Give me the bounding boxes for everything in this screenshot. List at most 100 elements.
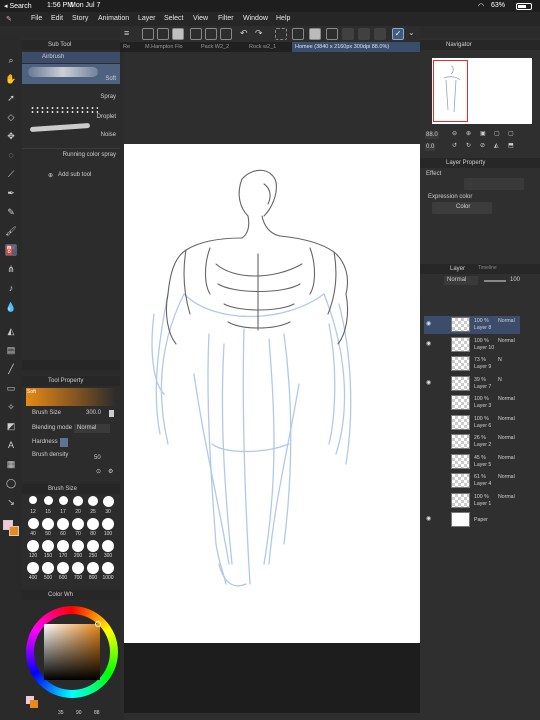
subtool-droplet[interactable]: Droplet [22, 104, 120, 122]
menu-file[interactable]: File [31, 15, 42, 22]
layer-blend-select[interactable]: Normal [444, 276, 478, 285]
visibility-eye-icon[interactable]: ◉ [426, 340, 431, 347]
brush-size-preset[interactable] [42, 562, 54, 574]
brush-size-preset[interactable] [42, 540, 54, 552]
visibility-eye-icon[interactable]: ◉ [426, 379, 431, 386]
tab-homee[interactable]: Homee (3840 x 2160px 300dpi 88.0%) [292, 42, 420, 52]
brush-size-preset[interactable] [43, 496, 53, 505]
share-icon[interactable] [190, 28, 202, 40]
brush-size-preset[interactable] [88, 496, 98, 506]
menu-story[interactable]: Story [72, 15, 88, 22]
menu-edit[interactable]: Edit [51, 15, 63, 22]
fill-icon[interactable] [309, 28, 321, 40]
effect-buttons[interactable] [464, 178, 524, 190]
blending-mode-select[interactable]: Normal [74, 424, 110, 433]
new-icon[interactable] [142, 28, 154, 40]
figure-icon[interactable]: ╱ [5, 363, 17, 375]
airbrush-icon[interactable]: ⛽ [5, 244, 17, 256]
text-icon[interactable]: A [5, 439, 17, 451]
lasso-icon[interactable]: ◌ [5, 149, 17, 161]
brush-size-preset[interactable] [29, 496, 37, 504]
saturation-value-square[interactable] [44, 624, 100, 680]
sparkle-icon[interactable]: ✧ [5, 401, 17, 413]
menu-hamburger-icon[interactable]: ≡ [124, 28, 136, 40]
tab-re[interactable]: Re [120, 42, 142, 52]
brush-size-preset[interactable] [102, 496, 114, 507]
zoom-out-icon[interactable]: ⊖ [452, 130, 457, 137]
layer-opacity-slider[interactable] [484, 280, 506, 282]
layer-row[interactable]: ◉ Paper [424, 511, 520, 529]
brush-size-preset[interactable] [72, 540, 84, 552]
fit-window-icon[interactable]: ▢ [494, 130, 500, 137]
brush-size-preset[interactable] [27, 518, 39, 529]
brush-size-preset[interactable] [72, 518, 84, 530]
layer-row[interactable]: 100 % Normal Layer 1 [424, 492, 520, 510]
hand-icon[interactable]: ✋ [5, 73, 17, 85]
brush-size-row[interactable]: Brush Size 300.0 [22, 410, 120, 420]
menu-help[interactable]: Help [276, 15, 290, 22]
blend-icon[interactable]: ♪ [5, 282, 17, 294]
snap-check-icon[interactable]: ✓ [392, 28, 404, 40]
brush-size-preset[interactable] [102, 540, 114, 552]
layer-row[interactable]: ◉ 39 % N Layer 7 [424, 375, 520, 393]
zoom-value[interactable]: 88.0 [425, 131, 439, 139]
operation-icon[interactable]: ➚ [5, 92, 17, 104]
layer-row[interactable]: ◉ 100 % Normal Layer 10 [424, 336, 520, 354]
brush-size-preset[interactable] [27, 562, 39, 574]
drawing-canvas[interactable] [124, 144, 420, 643]
brush-size-preset[interactable] [102, 518, 114, 530]
redo-icon[interactable]: ↷ [255, 28, 267, 40]
tab-rock[interactable]: Rock w2_1 [246, 42, 292, 52]
settings-icon[interactable]: ⊙ [96, 468, 101, 475]
subtool-running-color-spray[interactable]: Running color spray [22, 148, 120, 160]
brush-size-preset[interactable] [73, 496, 83, 506]
timeline-tab[interactable]: Timeline [478, 265, 497, 271]
rotate-left-icon[interactable]: ↺ [452, 142, 457, 149]
visibility-eye-icon[interactable]: ◉ [426, 515, 431, 522]
grid-icon[interactable]: ▦ [5, 458, 17, 470]
sub-tool-group-airbrush[interactable]: Airbrush [22, 52, 120, 63]
chevron-down-icon[interactable]: ⌄ [408, 28, 420, 40]
decoration-icon[interactable]: ⋔ [5, 263, 17, 275]
blending-mode-row[interactable]: Blending mode Normal [22, 424, 120, 434]
pencil-icon[interactable]: ✎ [5, 206, 17, 218]
layer-row[interactable]: 45 % Normal Layer 5 [424, 453, 520, 471]
add-sub-tool-button[interactable]: ⊕ Add sub tool [22, 170, 120, 182]
crop-icon[interactable] [374, 28, 386, 40]
open-icon[interactable] [157, 28, 169, 40]
menu-view[interactable]: View [193, 15, 208, 22]
layer-row[interactable]: 61 % Normal Layer 4 [424, 472, 520, 490]
fill-bucket-icon[interactable]: ◭ [5, 325, 17, 337]
back-to-search[interactable]: ◂ Search [4, 2, 32, 10]
brush-size-preset[interactable] [57, 540, 69, 552]
tab-pack[interactable]: Pack W2_2 [198, 42, 246, 52]
layer-row[interactable]: 100 % Normal Layer 6 [424, 414, 520, 432]
correct-line-icon[interactable]: ↘ [5, 496, 17, 508]
layer-row[interactable]: ◉ 100 % Normal Layer 8 [424, 316, 520, 334]
undo-icon[interactable]: ↶ [240, 28, 252, 40]
export-icon[interactable] [205, 28, 217, 40]
layer-row[interactable]: 26 % Normal Layer 2 [424, 433, 520, 451]
brush-size-preset[interactable] [27, 540, 39, 552]
layer-opacity-value[interactable]: 100 [510, 277, 520, 283]
clear-icon[interactable] [275, 28, 287, 40]
menu-layer[interactable]: Layer [138, 15, 156, 22]
brush-size-preset[interactable] [58, 496, 68, 505]
flip-horizontal-icon[interactable]: ◭ [494, 142, 499, 149]
subtool-spray[interactable]: Spray [22, 86, 120, 104]
visibility-eye-icon[interactable]: ◉ [426, 320, 431, 327]
rotate-right-icon[interactable]: ↻ [466, 142, 471, 149]
zoom-in-icon[interactable]: ⊕ [466, 130, 471, 137]
hardness-slider[interactable] [60, 438, 68, 447]
fill-selection-icon[interactable] [292, 28, 304, 40]
gradient-icon[interactable]: ▤ [5, 344, 17, 356]
brush-size-preset[interactable] [87, 562, 99, 574]
brush-size-preset[interactable] [42, 518, 54, 530]
brush-icon[interactable]: 🖌 [5, 225, 17, 237]
invert-selection-icon[interactable] [358, 28, 370, 40]
menu-window[interactable]: Window [243, 15, 268, 22]
brush-size-stepper[interactable] [109, 410, 114, 417]
hardness-row[interactable]: Hardness [22, 438, 120, 448]
fill-drop-icon[interactable]: 💧 [5, 301, 17, 313]
move-icon[interactable]: ✥ [5, 130, 17, 142]
